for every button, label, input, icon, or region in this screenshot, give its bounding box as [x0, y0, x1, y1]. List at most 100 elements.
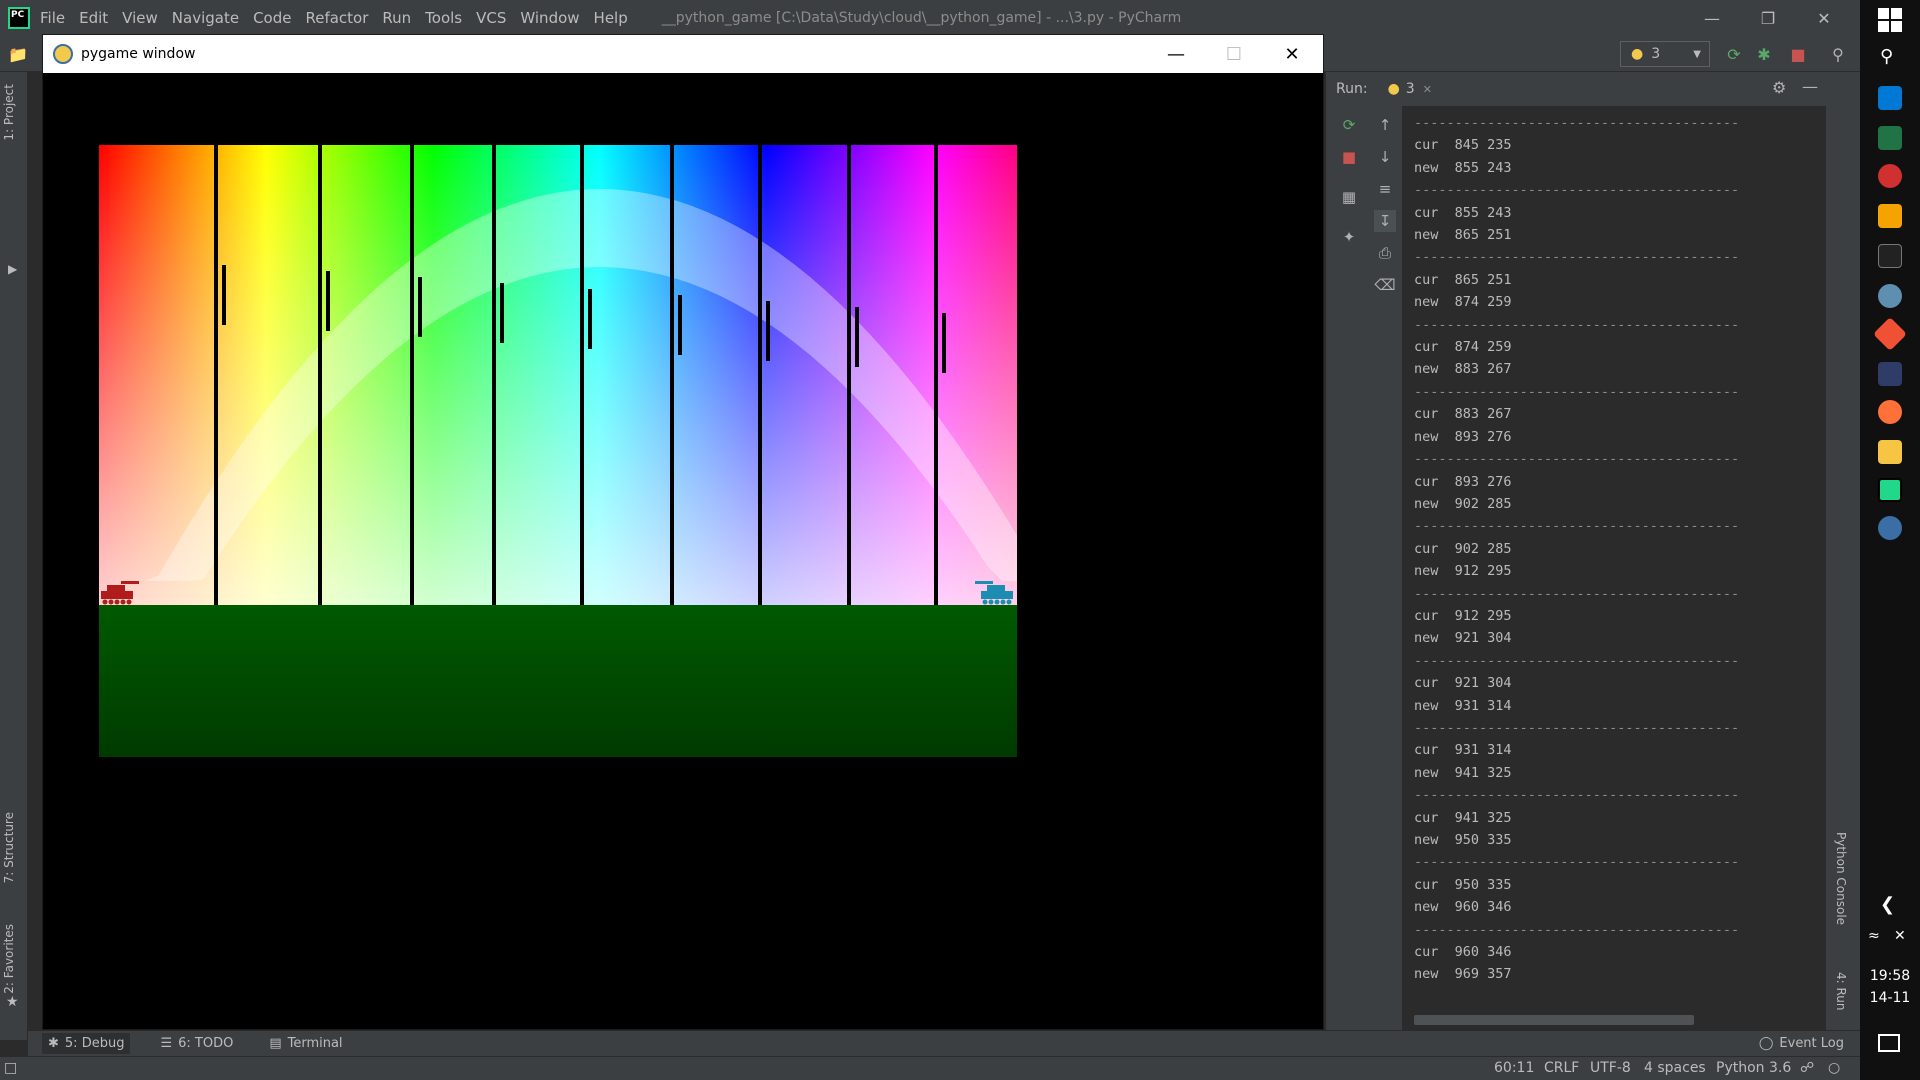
- console-separator: ----------------------------------------: [1414, 719, 1740, 736]
- wall-segment: [214, 145, 218, 605]
- console-line-cur: cur 855 243: [1414, 204, 1512, 221]
- firefox-icon[interactable]: [1878, 400, 1902, 424]
- wall-segment: [847, 145, 851, 605]
- menu-tools[interactable]: Tools: [425, 9, 462, 27]
- gear-icon[interactable]: ⚙: [1772, 78, 1786, 97]
- console-separator: ----------------------------------------: [1414, 652, 1740, 669]
- wall-segment: [942, 313, 946, 373]
- stop-icon[interactable]: ■: [1338, 146, 1360, 168]
- menu-file[interactable]: File: [40, 9, 65, 27]
- action-center-icon[interactable]: [1878, 1034, 1900, 1052]
- tank-part: [121, 581, 139, 584]
- caret-position[interactable]: 60:11: [1494, 1060, 1534, 1076]
- menu-refactor[interactable]: Refactor: [305, 9, 368, 27]
- console-separator: ----------------------------------------: [1414, 787, 1740, 804]
- layout-toggle-icon[interactable]: □: [4, 1060, 17, 1076]
- media-icon[interactable]: [1878, 204, 1902, 228]
- trash-icon[interactable]: ⌫: [1374, 274, 1396, 296]
- run-configuration-select[interactable]: ● 3 ▼: [1620, 41, 1710, 67]
- file-explorer-icon[interactable]: [1878, 440, 1902, 464]
- notepad-icon[interactable]: [1878, 126, 1902, 150]
- rerun-icon[interactable]: ⟳: [1338, 114, 1360, 136]
- todo-tab[interactable]: ☰ 6: TODO: [154, 1033, 239, 1054]
- debug-icon[interactable]: ✱: [1754, 44, 1774, 64]
- sky-gradient: [99, 145, 1017, 605]
- close-icon[interactable]: ✕: [1423, 83, 1432, 96]
- file-encoding[interactable]: UTF-8: [1590, 1060, 1631, 1076]
- menu-window[interactable]: Window: [520, 9, 579, 27]
- console-app-icon[interactable]: [1878, 244, 1902, 268]
- close-button[interactable]: ✕: [1796, 0, 1852, 36]
- hide-panel-icon[interactable]: —: [1802, 77, 1818, 96]
- clock-time[interactable]: 19:58: [1860, 968, 1920, 984]
- arrow-down-icon[interactable]: ↓: [1374, 146, 1396, 168]
- console-output[interactable]: ----------------------------------------…: [1402, 106, 1814, 1030]
- pygame-window[interactable]: pygame window — ☐ ✕: [42, 34, 1324, 1030]
- pin-icon[interactable]: ✦: [1338, 226, 1360, 248]
- print-icon[interactable]: ⎙: [1374, 242, 1396, 264]
- menu-view[interactable]: View: [122, 9, 158, 27]
- favorites-tab[interactable]: 2: Favorites: [2, 924, 16, 994]
- soft-wrap-icon[interactable]: ≡: [1374, 178, 1396, 200]
- console-line-cur: cur 931 314: [1414, 742, 1512, 759]
- restore-button[interactable]: ❐: [1740, 0, 1796, 36]
- clock-date[interactable]: 14-11: [1860, 990, 1920, 1006]
- arrow-up-icon[interactable]: ↑: [1374, 114, 1396, 136]
- search-icon[interactable]: ⚲: [1880, 46, 1893, 67]
- volume-muted-icon[interactable]: ✕: [1894, 928, 1906, 944]
- menu-help[interactable]: Help: [594, 9, 628, 27]
- line-separator[interactable]: CRLF: [1544, 1060, 1579, 1076]
- browser-icon[interactable]: [1878, 284, 1902, 308]
- python-console-tab[interactable]: Python Console: [1834, 832, 1848, 925]
- pycharm-taskbar-icon[interactable]: [1878, 478, 1902, 502]
- structure-tab[interactable]: 7: Structure: [2, 812, 16, 883]
- game-canvas[interactable]: [43, 73, 1323, 1029]
- pygame-snake-icon: [53, 44, 73, 64]
- menu-run[interactable]: Run: [382, 9, 411, 27]
- event-log-tab[interactable]: ◯ Event Log: [1753, 1033, 1850, 1054]
- chevron-down-icon: ▼: [1693, 48, 1701, 60]
- git-icon[interactable]: [1873, 317, 1907, 351]
- rerun-icon[interactable]: ⟳: [1724, 44, 1744, 64]
- pygame-maximize-button[interactable]: ☐: [1205, 35, 1263, 73]
- windows-taskbar: ⚲ ❮ ≈ ✕ 19:58 14-11: [1860, 0, 1920, 1080]
- menu-vcs[interactable]: VCS: [476, 9, 506, 27]
- search-icon[interactable]: ⚲: [1828, 44, 1848, 64]
- tank-wheel: [114, 599, 120, 605]
- run-tool-tab[interactable]: 4: Run: [1834, 972, 1848, 1011]
- scroll-to-end-icon[interactable]: ↧: [1374, 210, 1396, 232]
- folder-icon[interactable]: 📁: [8, 44, 28, 64]
- windows-start-icon[interactable]: [1878, 8, 1902, 32]
- debug-tab[interactable]: ✱ 5: Debug: [42, 1033, 131, 1054]
- play-icon[interactable]: ▶: [8, 262, 17, 276]
- memory-indicator-icon[interactable]: ○: [1828, 1060, 1840, 1076]
- console-horizontal-scrollbar[interactable]: [1414, 1015, 1694, 1025]
- pygame-minimize-button[interactable]: —: [1147, 35, 1205, 73]
- console-line-cur: cur 874 259: [1414, 339, 1512, 356]
- app-red-icon[interactable]: [1878, 164, 1902, 188]
- rider-icon[interactable]: [1878, 362, 1902, 386]
- indent-setting[interactable]: 4 spaces: [1644, 1060, 1706, 1076]
- star-icon: ★: [6, 994, 19, 1010]
- menu-code[interactable]: Code: [253, 9, 291, 27]
- run-tab-3[interactable]: ● 3 ✕: [1388, 81, 1432, 97]
- lock-icon[interactable]: ☍: [1800, 1060, 1814, 1076]
- vscode-icon[interactable]: [1878, 86, 1902, 110]
- menu-edit[interactable]: Edit: [79, 9, 108, 27]
- console-line-new: new 960 346: [1414, 899, 1512, 916]
- project-tab[interactable]: 1: Project: [2, 84, 16, 141]
- status-bar: □ 60:11 CRLF UTF-8 4 spaces Python 3.6 ☍…: [0, 1056, 1860, 1080]
- pygame-close-button[interactable]: ✕: [1263, 35, 1321, 73]
- minimize-button[interactable]: —: [1684, 0, 1740, 36]
- layout-icon[interactable]: ▦: [1338, 186, 1360, 208]
- python-taskbar-icon[interactable]: [1878, 516, 1902, 540]
- run-side-tools: ⟳ ■ ▦ ✦ ↑ ↓ ≡ ↧ ⎙ ⌫: [1326, 106, 1402, 1040]
- interpreter[interactable]: Python 3.6: [1716, 1060, 1791, 1076]
- console-line-cur: cur 865 251: [1414, 271, 1512, 288]
- stop-icon[interactable]: ■: [1788, 44, 1808, 64]
- menu-navigate[interactable]: Navigate: [172, 9, 239, 27]
- terminal-tab[interactable]: ▤ Terminal: [263, 1033, 348, 1054]
- chevron-left-icon[interactable]: ❮: [1880, 894, 1895, 915]
- console-separator: ----------------------------------------: [1414, 585, 1740, 602]
- wifi-icon[interactable]: ≈: [1868, 928, 1880, 944]
